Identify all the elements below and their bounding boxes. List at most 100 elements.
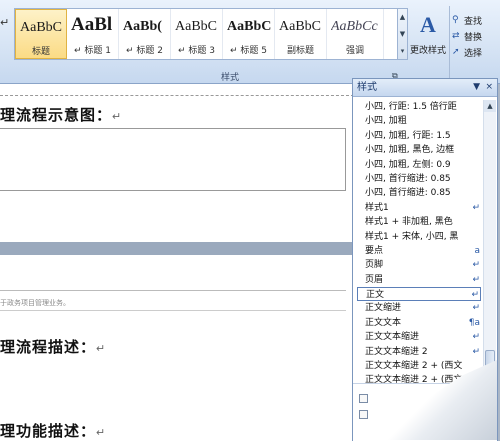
style-list-item-label: 正文 [366, 290, 385, 301]
heading-process-description-text: 理流程描述： [0, 340, 97, 356]
style-type-icon: ↵ [470, 200, 480, 215]
cursor-icon: ➚ [452, 47, 460, 57]
diagram-frame[interactable] [0, 128, 346, 191]
style-label: ↵ 标题 5 [230, 46, 267, 56]
style-list-item[interactable]: 页脚 ↵ [357, 258, 481, 273]
replace-label: 替换 [464, 32, 483, 43]
style-list-item-label: 正文文本 [365, 317, 402, 328]
style-list-item[interactable]: 页眉 ↵ [357, 272, 481, 287]
heading-function-description-text: 理功能描述： [0, 424, 97, 440]
disable-linked-styles-checkbox[interactable] [359, 410, 368, 419]
style-list-item-label: 要点 [365, 245, 384, 256]
style-sample: AaBbCc [331, 19, 378, 34]
style-list-item-label: 样式1 [365, 202, 389, 213]
replace-button[interactable]: ⇄ 替换 [452, 28, 500, 44]
select-button[interactable]: ➚ 选择 [452, 44, 500, 60]
style-list-item-label: 小四, 行距: 1.5 倍行距 [365, 102, 457, 112]
style-sample: AaBl [71, 14, 113, 35]
paragraph-mark: ↵ [96, 427, 107, 439]
style-list-scrollbar[interactable]: ▲ [483, 100, 496, 382]
header-boundary [0, 86, 354, 96]
style-label: 副标题 [286, 46, 314, 56]
gallery-scroll-buttons[interactable]: ▲ ▼ ▾ [397, 8, 408, 60]
style-label: ↵ 标题 2 [126, 46, 163, 56]
style-list-item[interactable]: 正文缩进 ↵ [357, 301, 481, 316]
style-gallery-item[interactable]: AaBbCc 强调 [327, 9, 384, 59]
style-list-item[interactable]: 小四, 加粗, 左侧: 0.9 [357, 158, 481, 172]
style-list-item-label: 页眉 [365, 274, 384, 285]
style-label: 标题 [31, 47, 50, 57]
heading-function-description[interactable]: 理功能描述：↵ [0, 420, 106, 441]
style-list-item-label: 页脚 [365, 260, 384, 271]
style-list-item[interactable]: 样式1 + 非加粗, 黑色 [357, 215, 481, 229]
style-list-item[interactable]: 要点 a [357, 243, 481, 258]
heading-process-description[interactable]: 理流程描述：↵ [0, 336, 106, 357]
style-list-item[interactable]: 小四, 首行缩进: 0.85 [357, 172, 481, 186]
style-list-item-label: 小四, 加粗, 左侧: 0.9 [365, 159, 451, 170]
style-type-icon: ↵ [470, 330, 480, 345]
style-list-item[interactable]: 样式1 + 宋体, 小四, 黑 [357, 230, 481, 244]
style-sample: AaBb( [123, 19, 162, 34]
change-styles-button[interactable]: A 更改样式 [408, 8, 448, 68]
pane-close-icon[interactable]: × [485, 79, 493, 96]
style-label: ↵ 标题 3 [178, 46, 215, 56]
styles-pane-title-bar: 样式 ▼ × [353, 79, 497, 97]
styles-gallery: AaBbC 标题 AaBl ↵ 标题 1 AaBb(↵ 标题 2 AaBbC ↵ 标题 3A… [14, 8, 398, 60]
style-list-item[interactable]: 小四, 加粗 [357, 114, 481, 128]
style-list: 小四, 行距: 1.5 倍行距 小四, 加粗小四, 加粗, 行距: 1.5 小四, … [357, 100, 481, 388]
style-sample: AaBbC [227, 19, 272, 34]
style-list-item-label: 正文文本缩进 [365, 332, 420, 343]
scroll-up-icon[interactable]: ▲ [484, 100, 496, 112]
style-sample: AaBbC [279, 19, 321, 34]
style-list-item-label: 正文文本缩进 2 + (西文 [365, 361, 463, 372]
style-list-item-label: 正文文本缩进 2 [365, 346, 428, 357]
style-gallery-item[interactable]: AaBbC 副标题 [275, 9, 327, 59]
replace-icon: ⇄ [452, 31, 460, 41]
style-list-item-label: 正文缩进 [365, 303, 402, 314]
small-text: 于政务项目管理业务。 [0, 299, 70, 307]
binoculars-icon: ⚲ [452, 15, 459, 25]
style-list-item[interactable]: 正文文本缩进 2 + (西文 [357, 359, 481, 373]
style-list-item-label: 小四, 首行缩进: 0.85 [365, 188, 451, 199]
paragraph-mark: ↵ [96, 343, 107, 355]
style-type-icon: ↵ [469, 288, 479, 301]
page-gap [0, 242, 354, 255]
style-gallery-item[interactable]: AaBbC ↵ 标题 3 [171, 9, 223, 59]
style-list-item[interactable]: 小四, 行距: 1.5 倍行距 [357, 100, 481, 114]
style-gallery-item[interactable]: AaBbC ↵ 标题 5 [223, 9, 275, 59]
show-preview-checkbox[interactable] [359, 394, 368, 403]
styles-pane-title: 样式 [357, 82, 377, 93]
style-sample: AaBbC [20, 20, 62, 35]
style-list-item[interactable]: 正文 ↵ [357, 287, 481, 302]
editing-group: ⚲ 查找 ⇄ 替换 ➚ 选择 [452, 12, 500, 60]
change-styles-label: 更改样式 [409, 46, 446, 56]
style-label: 强调 [345, 46, 364, 56]
style-type-icon: ↵ [470, 344, 480, 359]
pane-menu-icon[interactable]: ▼ [473, 79, 480, 96]
style-label: ↵ 标题 1 [74, 46, 111, 56]
style-list-item[interactable]: 小四, 首行缩进: 0.85 [357, 186, 481, 200]
heading-process-diagram-text: 理流程示意图： [0, 108, 113, 124]
style-list-item-label: 样式1 + 非加粗, 黑色 [365, 217, 453, 228]
style-gallery-item[interactable]: AaBl ↵ 标题 1 [67, 9, 119, 59]
find-label: 查找 [464, 16, 483, 27]
heading-process-diagram[interactable]: 理流程示意图：↵ [0, 104, 122, 125]
ribbon: ↵ AaBbC 标题 AaBl ↵ 标题 1 AaBb( ↵ 标题 2 AaBbC ↵ 标题 … [0, 0, 500, 84]
style-list-item-label: 小四, 加粗 [365, 116, 407, 127]
style-list-item[interactable]: 小四, 加粗, 黑色, 边框 [357, 143, 481, 157]
style-sample: AaBbC [175, 19, 217, 34]
style-list-item[interactable]: 样式1 ↵ [357, 200, 481, 215]
ribbon-left-glyph: ↵ [0, 16, 10, 29]
header-line [0, 290, 346, 291]
style-list-item[interactable]: 正文文本 ¶a [357, 315, 481, 330]
style-type-icon: a [472, 243, 480, 258]
style-list-item[interactable]: 正文文本缩进 2 ↵ [357, 344, 481, 359]
style-list-item[interactable]: 正文文本缩进 ↵ [357, 330, 481, 345]
style-gallery-item[interactable]: AaBbC 标题 [15, 9, 67, 59]
style-gallery-item[interactable]: AaBb( ↵ 标题 2 [119, 9, 171, 59]
style-list-item-label: 小四, 加粗, 黑色, 边框 [365, 145, 455, 156]
text-underline [0, 310, 346, 311]
paragraph-mark: ↵ [112, 111, 123, 123]
style-list-item[interactable]: 小四, 加粗, 行距: 1.5 [357, 129, 481, 143]
find-button[interactable]: ⚲ 查找 [452, 12, 500, 28]
